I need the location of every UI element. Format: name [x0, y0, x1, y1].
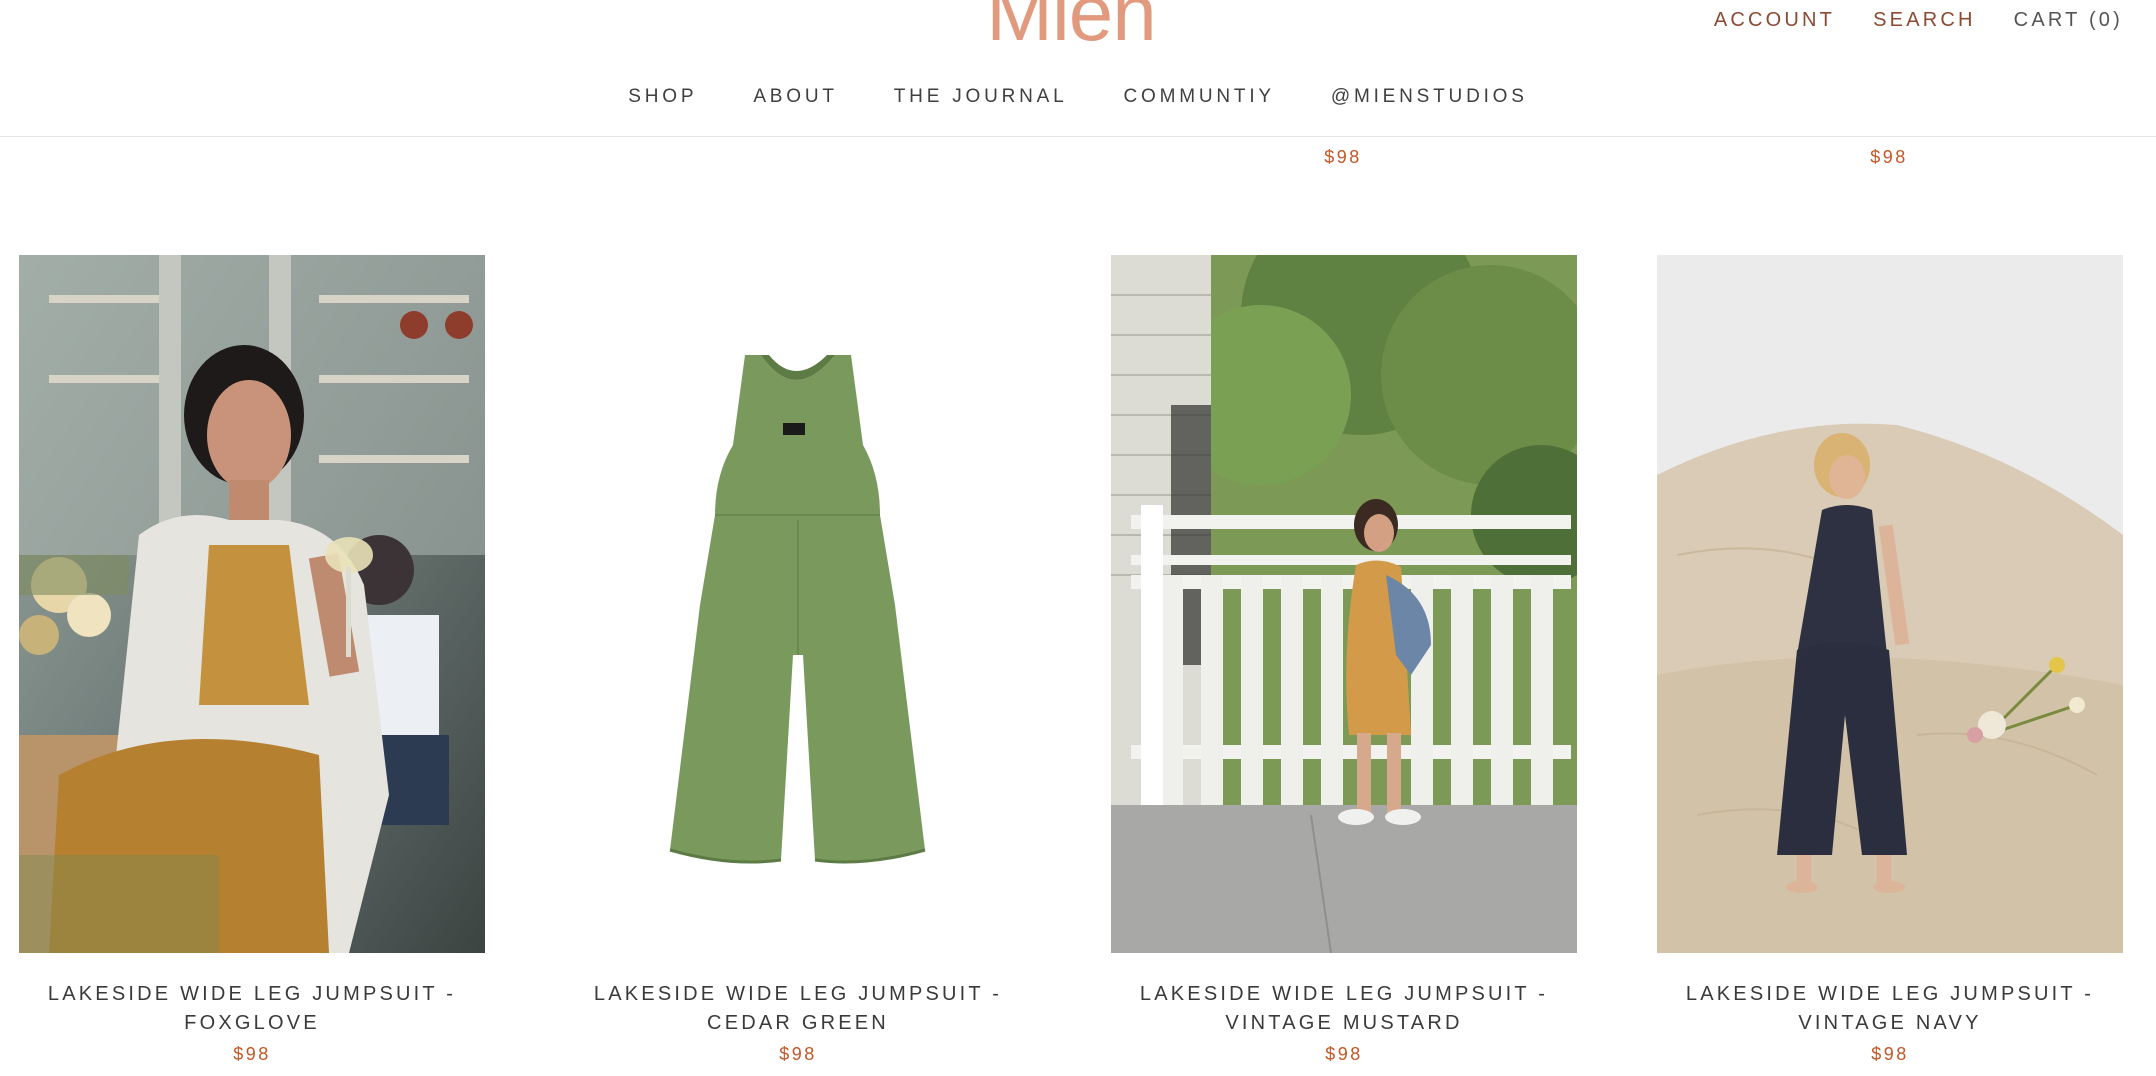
woman-by-white-gate-photo — [1111, 255, 1577, 953]
product-image[interactable] — [1111, 255, 1577, 953]
product-title[interactable]: LAKESIDE WIDE LEG JUMPSUIT - VINTAGE MUS… — [1101, 980, 1587, 1038]
nav-item-journal[interactable]: THE JOURNAL — [894, 86, 1068, 108]
woman-on-sand-dune-photo — [1657, 255, 2123, 953]
product-card: LAKESIDE WIDE LEG JUMPSUIT - VINTAGE MUS… — [1111, 255, 1577, 1075]
product-image[interactable] — [19, 255, 485, 953]
account-link[interactable]: ACCOUNT — [1714, 9, 1835, 32]
product-price: $98 — [779, 1044, 817, 1064]
product-price: $98 — [233, 1044, 271, 1064]
nav-item-instagram[interactable]: @MIENSTUDIOS — [1331, 86, 1528, 108]
product-image[interactable] — [565, 255, 1031, 953]
nav-item-community[interactable]: COMMUNTIY — [1124, 86, 1275, 108]
product-price: $98 — [1325, 1044, 1363, 1064]
product-title[interactable]: LAKESIDE WIDE LEG JUMPSUIT - CEDAR GREEN — [555, 980, 1041, 1038]
product-image[interactable] — [1657, 255, 2123, 953]
search-link[interactable]: SEARCH — [1873, 9, 1976, 32]
product-card: LAKESIDE WIDE LEG JUMPSUIT - VINTAGE NAV… — [1657, 255, 2123, 1075]
product-title[interactable]: LAKESIDE WIDE LEG JUMPSUIT - FOXGLOVE — [9, 980, 495, 1038]
previous-product-price: $98 — [1870, 147, 1908, 167]
previous-product-price: $98 — [1324, 147, 1362, 167]
nav-item-about[interactable]: ABOUT — [753, 86, 837, 108]
site-header: Mien ACCOUNT SEARCH CART (0) SHOP ABOUT … — [0, 0, 2156, 137]
nav-item-shop[interactable]: SHOP — [628, 86, 697, 108]
woman-in-mustard-jumpsuit-photo — [19, 255, 485, 953]
green-jumpsuit-flatlay-photo — [565, 255, 1031, 953]
product-card: LAKESIDE WIDE LEG JUMPSUIT - CEDAR GREEN… — [565, 255, 1031, 1075]
product-price: $98 — [1871, 1044, 1909, 1064]
product-card: LAKESIDE WIDE LEG JUMPSUIT - FOXGLOVE $9… — [19, 255, 485, 1075]
product-title[interactable]: LAKESIDE WIDE LEG JUMPSUIT - VINTAGE NAV… — [1647, 980, 2133, 1038]
header-actions: ACCOUNT SEARCH CART (0) — [1714, 6, 2123, 34]
brand-logo[interactable]: Mien — [985, 0, 1157, 58]
main-navigation: SHOP ABOUT THE JOURNAL COMMUNTIY @MIENST… — [0, 86, 2156, 108]
cart-link[interactable]: CART (0) — [2014, 9, 2123, 32]
